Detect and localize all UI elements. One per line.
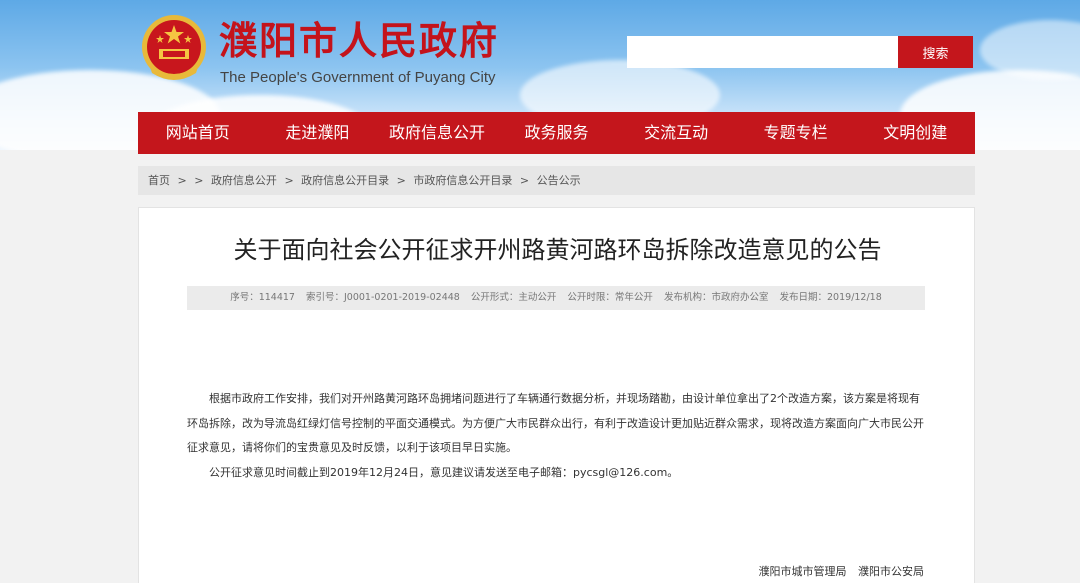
- site-title[interactable]: 濮阳市人民政府: [219, 17, 499, 65]
- nav-item-civilization[interactable]: 文明创建: [855, 112, 975, 154]
- nav-item-about-puyang[interactable]: 走进濮阳: [258, 112, 378, 154]
- signature-agency: 濮阳市城市管理局: [758, 565, 847, 578]
- nav-item-home[interactable]: 网站首页: [138, 112, 258, 154]
- meta-agency: 发布机构：市政府办公室: [663, 292, 769, 303]
- nav-item-interaction[interactable]: 交流互动: [616, 112, 736, 154]
- search-button[interactable]: 搜索: [898, 36, 973, 68]
- national-emblem-icon[interactable]: [140, 13, 208, 85]
- meta-serial: 序号：114417: [230, 292, 295, 303]
- breadcrumb-gov-info-catalog[interactable]: 政府信息公开目录: [301, 174, 389, 187]
- article-body: 根据市政府工作安排，我们对开州路黄河路环岛拥堵问题进行了车辆通行数据分析，并现场…: [187, 387, 927, 485]
- breadcrumb-announcements[interactable]: 公告公示: [537, 174, 581, 187]
- article-container: 关于面向社会公开征求开州路黄河路环岛拆除改造意见的公告 序号：114417 索引…: [138, 207, 975, 583]
- article-meta: 序号：114417 索引号：J0001-0201-2019-02448 公开形式…: [187, 286, 925, 310]
- breadcrumb-separator: >: [194, 174, 204, 187]
- breadcrumb-city-gov-catalog[interactable]: 市政府信息公开目录: [413, 174, 512, 187]
- meta-date: 发布日期：2019/12/18: [779, 292, 882, 303]
- main-nav: 网站首页 走进濮阳 政府信息公开 政务服务 交流互动 专题专栏 文明创建: [138, 112, 975, 154]
- nav-item-gov-services[interactable]: 政务服务: [497, 112, 617, 154]
- breadcrumb-gov-info[interactable]: 政府信息公开: [211, 174, 277, 187]
- breadcrumb-home[interactable]: 首页: [148, 174, 170, 187]
- article-paragraph: 公开征求意见时间截止到2019年12月24日，意见建议请发送至电子邮箱：pycs…: [209, 465, 679, 479]
- nav-item-special-topics[interactable]: 专题专栏: [736, 112, 856, 154]
- site-subtitle: The People's Government of Puyang City: [220, 69, 496, 86]
- meta-form: 公开形式：主动公开: [470, 292, 557, 303]
- article-title: 关于面向社会公开征求开州路黄河路环岛拆除改造意见的公告: [233, 236, 882, 264]
- breadcrumb: 首页 > > 政府信息公开 > 政府信息公开目录 > 市政府信息公开目录 > 公…: [138, 166, 975, 195]
- meta-index: 索引号：J0001-0201-2019-02448: [306, 292, 460, 303]
- breadcrumb-separator: >: [284, 174, 294, 187]
- article-paragraph: 根据市政府工作安排，我们对开州路黄河路环岛拥堵问题进行了车辆通行数据分析，并现场…: [187, 392, 924, 454]
- nav-item-gov-info[interactable]: 政府信息公开: [377, 112, 497, 154]
- meta-time: 公开时限：常年公开: [567, 292, 653, 303]
- breadcrumb-separator: >: [519, 174, 530, 187]
- breadcrumb-separator: >: [177, 174, 187, 187]
- search-input[interactable]: [627, 36, 899, 68]
- signature-agency: 濮阳市公安局: [858, 565, 924, 578]
- breadcrumb-separator: >: [396, 174, 406, 187]
- article-signature: 濮阳市城市管理局 濮阳市公安局: [751, 563, 925, 579]
